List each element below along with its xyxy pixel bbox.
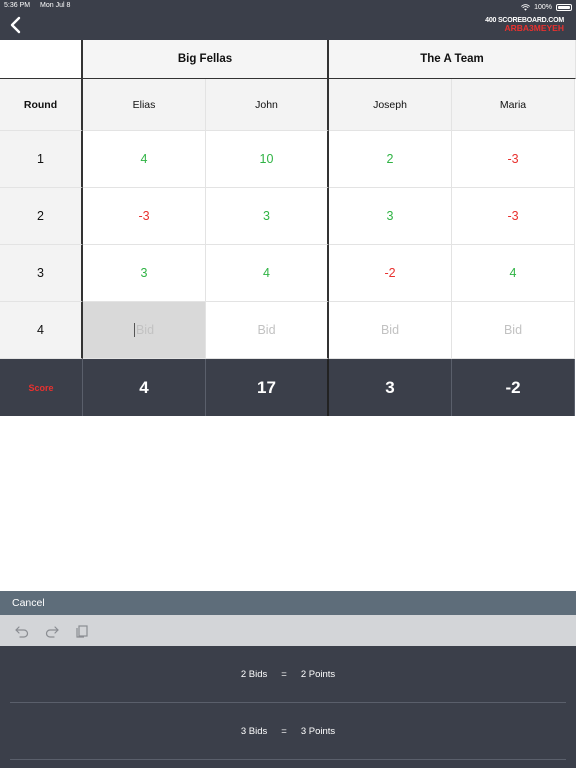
score-total-elias: 4 bbox=[83, 359, 206, 416]
score-total-joseph: 3 bbox=[329, 359, 452, 416]
cancel-button[interactable]: Cancel bbox=[0, 591, 576, 615]
round-cell[interactable]: -3 bbox=[452, 131, 575, 188]
clipboard-icon[interactable] bbox=[74, 623, 90, 639]
undo-icon[interactable] bbox=[14, 623, 30, 639]
player-header-maria: Maria bbox=[452, 79, 575, 131]
round-number: 2 bbox=[0, 188, 83, 245]
bid-input-john[interactable]: Bid bbox=[206, 302, 329, 359]
round-cell[interactable]: 4 bbox=[206, 245, 329, 302]
round-row: 1 4 10 2 -3 bbox=[0, 131, 576, 188]
picker-option-points: 3 Points bbox=[300, 725, 336, 737]
round-cell[interactable]: 3 bbox=[329, 188, 452, 245]
status-time: 5:36 PM bbox=[4, 2, 31, 9]
picker-option-equals: = bbox=[281, 668, 287, 680]
round-cell[interactable]: -3 bbox=[452, 188, 575, 245]
bid-input-elias[interactable]: Bid bbox=[83, 302, 206, 359]
redo-icon[interactable] bbox=[44, 623, 60, 639]
round-cell[interactable]: 4 bbox=[452, 245, 575, 302]
round-cell[interactable]: 10 bbox=[206, 131, 329, 188]
score-total-row: Score 4 17 3 -2 bbox=[0, 359, 576, 416]
bid-input-maria[interactable]: Bid bbox=[452, 302, 575, 359]
scoreboard-screen: 5:36 PM Mon Jul 8 100% 400 SCOREBOARD.CO… bbox=[0, 0, 576, 768]
player-header-joseph: Joseph bbox=[329, 79, 452, 131]
brand-line-2: ARBA3MEYEH bbox=[504, 23, 564, 33]
team-header-spacer bbox=[0, 40, 83, 79]
player-header-john: John bbox=[206, 79, 329, 131]
round-cell[interactable]: -2 bbox=[329, 245, 452, 302]
back-chevron-icon[interactable] bbox=[8, 16, 24, 34]
round-cell[interactable]: 3 bbox=[206, 188, 329, 245]
team-header-row: Big Fellas The A Team bbox=[0, 40, 576, 79]
wifi-icon bbox=[521, 3, 531, 11]
round-number: 3 bbox=[0, 245, 83, 302]
round-row: 3 3 4 -2 4 bbox=[0, 245, 576, 302]
picker-option-bids: 2 Bids bbox=[240, 668, 268, 680]
picker-option[interactable]: 3 Bids = 3 Points bbox=[10, 703, 566, 760]
round-column-header: Round bbox=[0, 79, 83, 131]
score-label: Score bbox=[0, 359, 83, 416]
bid-input-joseph[interactable]: Bid bbox=[329, 302, 452, 359]
round-cell[interactable]: -3 bbox=[83, 188, 206, 245]
battery-percent: 100% bbox=[534, 3, 552, 11]
status-bar: 5:36 PM Mon Jul 8 100% bbox=[4, 2, 572, 12]
team-name-the-a-team: The A Team bbox=[329, 40, 576, 79]
current-round-row: 4 Bid Bid Bid Bid bbox=[0, 302, 576, 359]
player-header-row: Round Elias John Joseph Maria bbox=[0, 79, 576, 131]
picker-option-bids: 3 Bids bbox=[240, 725, 268, 737]
team-name-big-fellas: Big Fellas bbox=[83, 40, 329, 79]
picker-option-equals: = bbox=[281, 725, 287, 737]
round-cell[interactable]: 3 bbox=[83, 245, 206, 302]
round-number: 1 bbox=[0, 131, 83, 188]
picker-option-points: 2 Points bbox=[300, 668, 336, 680]
score-table: Big Fellas The A Team Round Elias John J… bbox=[0, 40, 576, 416]
bid-placeholder: Bid bbox=[135, 323, 155, 337]
status-date: Mon Jul 8 bbox=[40, 2, 71, 9]
round-cell[interactable]: 4 bbox=[83, 131, 206, 188]
round-row: 2 -3 3 3 -3 bbox=[0, 188, 576, 245]
round-cell[interactable]: 2 bbox=[329, 131, 452, 188]
round-number: 4 bbox=[0, 302, 83, 359]
brand-logo: 400 SCOREBOARD.COM ARBA3MEYEH bbox=[485, 17, 564, 33]
score-total-john: 17 bbox=[206, 359, 329, 416]
top-bar: 5:36 PM Mon Jul 8 100% 400 SCOREBOARD.CO… bbox=[0, 0, 576, 40]
player-header-elias: Elias bbox=[83, 79, 206, 131]
picker-option[interactable]: 2 Bids = 2 Points bbox=[10, 646, 566, 703]
battery-icon bbox=[556, 3, 572, 11]
bid-picker: 2 Bids = 2 Points 3 Bids = 3 Points bbox=[0, 646, 576, 768]
text-cursor bbox=[133, 323, 135, 337]
keyboard-toolbar bbox=[0, 615, 576, 646]
score-total-maria: -2 bbox=[452, 359, 575, 416]
